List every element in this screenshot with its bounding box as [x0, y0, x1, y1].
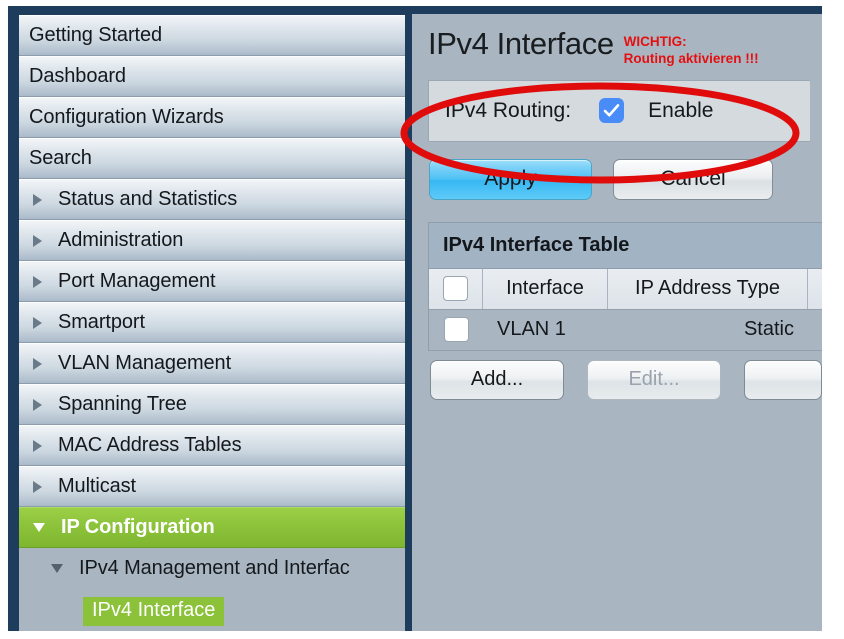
warning-line-1: WICHTIG: — [623, 34, 687, 49]
cell-interface: VLAN 1 — [497, 318, 566, 341]
sidebar-item-label: Configuration Wizards — [29, 106, 224, 128]
chevron-right-icon — [33, 480, 42, 493]
sidebar-item-administration[interactable]: Administration — [19, 220, 405, 261]
sidebar-item-label: IPv4 Management and Interfac — [79, 557, 350, 579]
warning-annotation: WICHTIG: Routing aktivieren !!! — [624, 34, 759, 68]
cell-ip-address-type: Static — [743, 318, 794, 341]
row-select-cell[interactable] — [429, 310, 483, 350]
content-top-border — [412, 6, 822, 14]
page-header: IPv4 Interface WICHTIG: Routing aktivier… — [412, 14, 822, 68]
ipv4-interface-table: IPv4 Interface Table Interface IP Addres… — [428, 221, 822, 351]
table-action-buttons: Add... Edit... — [430, 359, 822, 400]
apply-button[interactable]: Apply — [429, 158, 592, 200]
sidebar-item-label: Spanning Tree — [58, 393, 187, 415]
sidebar-item-smartport[interactable]: Smartport — [19, 302, 405, 343]
select-all-checkbox[interactable] — [443, 276, 468, 302]
ipv4-routing-enable-label: Enable — [648, 98, 714, 122]
column-header-clipped[interactable] — [808, 269, 822, 309]
sidebar-item-label: Status and Statistics — [58, 188, 238, 210]
sidebar-item-spanning-tree[interactable]: Spanning Tree — [19, 384, 405, 425]
sidebar-item-label: Getting Started — [29, 24, 163, 46]
chevron-down-icon — [33, 523, 45, 532]
sidebar-item-getting-started[interactable]: Getting Started — [19, 15, 405, 56]
chevron-right-icon — [33, 398, 42, 411]
sidebar-item-ip-configuration[interactable]: IP Configuration — [19, 507, 405, 548]
sidebar-item-label: Search — [29, 147, 92, 169]
content-panel: IPv4 Interface WICHTIG: Routing aktivier… — [412, 6, 822, 631]
ipv4-routing-checkbox[interactable] — [599, 98, 625, 124]
row-checkbox[interactable] — [443, 317, 469, 343]
cell-clipped — [808, 310, 822, 350]
column-header-ip-address-type[interactable]: IP Address Type — [608, 268, 808, 309]
select-all-cell[interactable] — [429, 268, 483, 309]
chevron-right-icon — [33, 439, 42, 452]
chevron-right-icon — [33, 234, 42, 247]
column-header-interface[interactable]: Interface — [483, 268, 608, 309]
sidebar-item-label: Smartport — [58, 311, 145, 333]
chevron-right-icon — [33, 275, 42, 288]
sidebar-item-label: Port Management — [58, 270, 216, 292]
chevron-right-icon — [33, 193, 42, 206]
app-screen: Getting Started Dashboard Configuration … — [0, 0, 844, 639]
sidebar-item-label: Administration — [58, 229, 184, 251]
sidebar-item-port-management[interactable]: Port Management — [19, 261, 405, 302]
sidebar-item-label: IPv4 Interface — [83, 596, 225, 626]
add-button[interactable]: Add... — [430, 359, 565, 400]
warning-line-2: Routing aktivieren !!! — [623, 50, 759, 66]
sidebar-item-status-and-statistics[interactable]: Status and Statistics — [19, 179, 405, 220]
sidebar-item-label: Multicast — [58, 475, 137, 497]
table-header-row: Interface IP Address Type — [429, 268, 822, 310]
form-action-buttons: Apply Cancel — [429, 158, 822, 200]
sidebar: Getting Started Dashboard Configuration … — [8, 6, 412, 631]
ipv4-routing-label: IPv4 Routing: — [445, 98, 572, 122]
delete-button-clipped[interactable] — [744, 359, 822, 400]
chevron-down-icon — [51, 564, 63, 573]
chevron-right-icon — [33, 316, 42, 329]
sidebar-item-multicast[interactable]: Multicast — [19, 466, 405, 507]
sidebar-item-dashboard[interactable]: Dashboard — [19, 56, 405, 97]
table-row[interactable]: VLAN 1 Static — [429, 309, 822, 351]
sidebar-item-vlan-management[interactable]: VLAN Management — [19, 343, 405, 384]
sidebar-item-ipv4-management-and-interfaces[interactable]: IPv4 Management and Interfac — [19, 548, 405, 589]
sidebar-item-mac-address-tables[interactable]: MAC Address Tables — [19, 425, 405, 466]
chevron-right-icon — [33, 357, 42, 370]
edit-button[interactable]: Edit... — [587, 359, 722, 400]
page-title: IPv4 Interface — [428, 26, 614, 61]
sidebar-item-label: VLAN Management — [58, 352, 232, 374]
sidebar-item-label: IP Configuration — [61, 516, 215, 538]
sidebar-item-label: MAC Address Tables — [58, 434, 242, 456]
sidebar-item-search[interactable]: Search — [19, 138, 405, 179]
cancel-button[interactable]: Cancel — [613, 158, 773, 200]
sidebar-item-configuration-wizards[interactable]: Configuration Wizards — [19, 97, 405, 138]
sidebar-nav-list: Getting Started Dashboard Configuration … — [19, 15, 405, 631]
ipv4-routing-panel: IPv4 Routing: Enable — [428, 79, 810, 142]
sidebar-item-ipv4-interface[interactable]: IPv4 Interface — [19, 589, 405, 631]
sidebar-item-label: Dashboard — [29, 65, 126, 87]
check-icon — [603, 104, 620, 117]
table-caption: IPv4 Interface Table — [429, 222, 822, 269]
